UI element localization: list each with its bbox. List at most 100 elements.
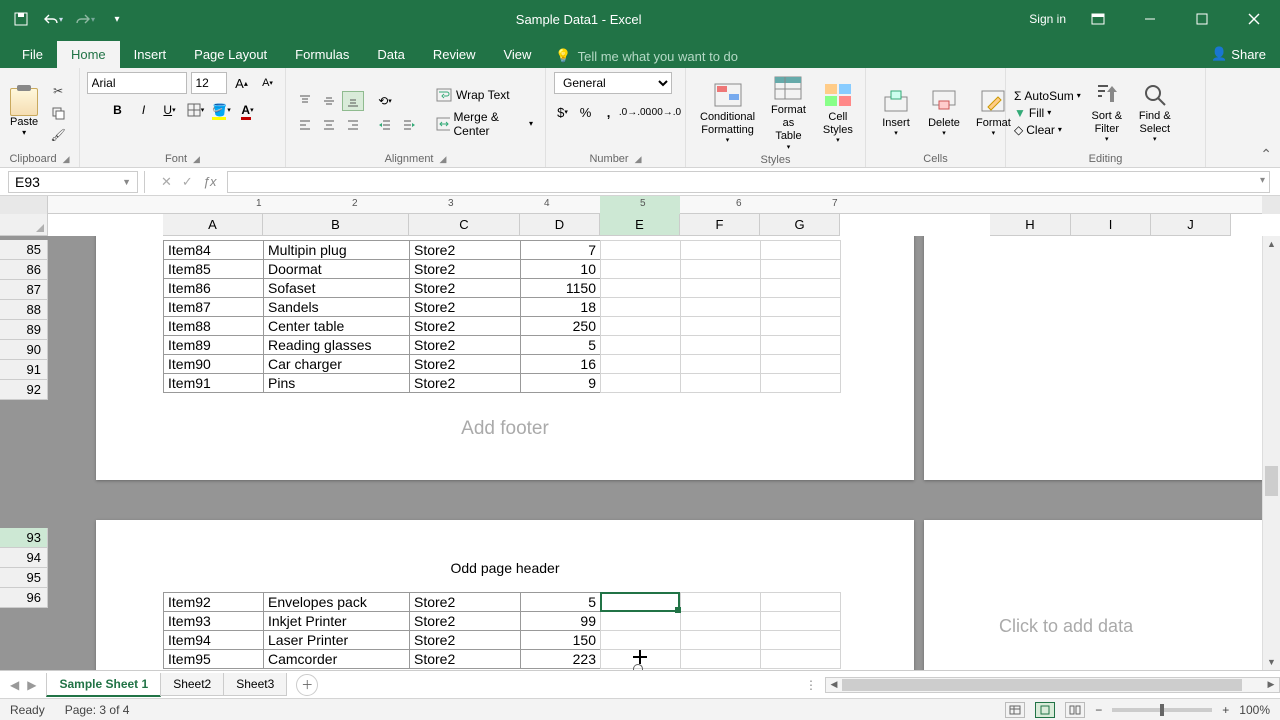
cell[interactable]: Store2 bbox=[410, 593, 521, 612]
empty-grid[interactable] bbox=[600, 592, 841, 669]
comma-icon[interactable]: , bbox=[600, 102, 617, 122]
cell[interactable]: Item91 bbox=[164, 374, 264, 393]
col-header[interactable]: F bbox=[680, 214, 760, 236]
align-bottom-icon[interactable] bbox=[342, 91, 364, 111]
cell[interactable]: Store2 bbox=[410, 298, 521, 317]
align-center-icon[interactable] bbox=[318, 115, 340, 135]
tab-file[interactable]: File bbox=[8, 41, 57, 68]
col-header[interactable]: H bbox=[990, 214, 1071, 236]
zoom-slider[interactable] bbox=[1112, 708, 1212, 712]
select-all-button[interactable] bbox=[0, 214, 48, 236]
cell[interactable]: Laser Printer bbox=[264, 631, 410, 650]
sort-filter-button[interactable]: Sort & Filter▾ bbox=[1085, 78, 1129, 147]
enter-formula-icon[interactable]: ✓ bbox=[182, 174, 193, 190]
data-table[interactable]: Item92Envelopes packStore25Item93Inkjet … bbox=[163, 592, 601, 669]
cell[interactable] bbox=[761, 279, 841, 298]
cell[interactable]: Center table bbox=[264, 317, 410, 336]
row-header[interactable]: 88 bbox=[0, 300, 48, 320]
col-header[interactable]: D bbox=[520, 214, 600, 236]
scroll-down-icon[interactable]: ▼ bbox=[1263, 654, 1280, 670]
alignment-launcher-icon[interactable]: ◢ bbox=[440, 154, 447, 165]
data-table[interactable]: Item84Multipin plugStore27Item85DoormatS… bbox=[163, 240, 601, 393]
formula-input[interactable]: ▾ bbox=[227, 171, 1270, 193]
number-format-select[interactable]: General bbox=[554, 72, 672, 94]
cell[interactable]: Store2 bbox=[410, 374, 521, 393]
save-icon[interactable] bbox=[10, 8, 32, 30]
underline-button[interactable]: U▾ bbox=[159, 100, 181, 120]
cell[interactable] bbox=[601, 631, 681, 650]
border-icon[interactable]: ▾ bbox=[185, 100, 207, 120]
tab-formulas[interactable]: Formulas bbox=[281, 41, 363, 68]
row-header[interactable]: 96 bbox=[0, 588, 48, 608]
paste-button[interactable]: Paste ▾ bbox=[8, 86, 40, 139]
horizontal-scrollbar[interactable]: ◀ ▶ bbox=[825, 677, 1280, 693]
cell[interactable]: Store2 bbox=[410, 612, 521, 631]
cell[interactable]: Store2 bbox=[410, 317, 521, 336]
tab-home[interactable]: Home bbox=[57, 41, 120, 68]
normal-view-icon[interactable] bbox=[1005, 702, 1025, 718]
cell[interactable]: 18 bbox=[521, 298, 601, 317]
cell[interactable] bbox=[601, 317, 681, 336]
cell[interactable]: Inkjet Printer bbox=[264, 612, 410, 631]
row-header[interactable]: 90 bbox=[0, 340, 48, 360]
cell[interactable]: 7 bbox=[521, 241, 601, 260]
cell[interactable]: Item85 bbox=[164, 260, 264, 279]
cell-styles-button[interactable]: Cell Styles▾ bbox=[816, 79, 860, 148]
col-header[interactable]: G bbox=[760, 214, 840, 236]
cell[interactable] bbox=[681, 317, 761, 336]
col-header[interactable]: B bbox=[263, 214, 409, 236]
zoom-in-icon[interactable]: + bbox=[1222, 703, 1229, 717]
undo-icon[interactable]: ▾ bbox=[42, 8, 64, 30]
insert-function-icon[interactable]: ƒx bbox=[203, 174, 217, 190]
cell[interactable] bbox=[761, 336, 841, 355]
tab-review[interactable]: Review bbox=[419, 41, 490, 68]
col-header[interactable]: A bbox=[163, 214, 263, 236]
ribbon-display-icon[interactable] bbox=[1078, 5, 1118, 33]
cell[interactable]: 9 bbox=[521, 374, 601, 393]
cell[interactable]: Item93 bbox=[164, 612, 264, 631]
accounting-icon[interactable]: $▾ bbox=[554, 102, 571, 122]
cell[interactable] bbox=[761, 374, 841, 393]
increase-indent-icon[interactable] bbox=[398, 115, 420, 135]
row-header[interactable]: 95 bbox=[0, 568, 48, 588]
cell[interactable] bbox=[761, 298, 841, 317]
format-as-table-button[interactable]: Format as Table▾ bbox=[765, 72, 812, 154]
cell[interactable]: Item95 bbox=[164, 650, 264, 669]
cell[interactable]: Envelopes pack bbox=[264, 593, 410, 612]
cell[interactable]: Item84 bbox=[164, 241, 264, 260]
align-middle-icon[interactable] bbox=[318, 91, 340, 111]
row-header[interactable]: 91 bbox=[0, 360, 48, 380]
decrease-indent-icon[interactable] bbox=[374, 115, 396, 135]
zoom-level[interactable]: 100% bbox=[1239, 703, 1270, 717]
col-header[interactable]: E bbox=[600, 214, 680, 236]
cell[interactable] bbox=[681, 374, 761, 393]
scroll-left-icon[interactable]: ◀ bbox=[826, 678, 842, 692]
cell[interactable] bbox=[681, 631, 761, 650]
scroll-right-icon[interactable]: ▶ bbox=[1263, 678, 1279, 692]
cell[interactable] bbox=[681, 298, 761, 317]
cell[interactable] bbox=[761, 241, 841, 260]
chevron-down-icon[interactable]: ▼ bbox=[122, 177, 131, 187]
click-to-add-data[interactable]: Click to add data bbox=[999, 616, 1133, 637]
cell[interactable]: Store2 bbox=[410, 336, 521, 355]
page-header[interactable]: Odd page header bbox=[96, 560, 914, 576]
cell[interactable]: Item90 bbox=[164, 355, 264, 374]
font-name-input[interactable] bbox=[87, 72, 187, 94]
tab-page-layout[interactable]: Page Layout bbox=[180, 41, 281, 68]
font-color-icon[interactable]: A▾ bbox=[237, 100, 259, 120]
footer-placeholder[interactable]: Add footer bbox=[96, 418, 914, 440]
cell[interactable] bbox=[601, 612, 681, 631]
cell[interactable]: Store2 bbox=[410, 631, 521, 650]
cell[interactable] bbox=[681, 336, 761, 355]
cell[interactable]: Multipin plug bbox=[264, 241, 410, 260]
col-header[interactable]: I bbox=[1071, 214, 1151, 236]
row-header[interactable]: 93 bbox=[0, 528, 48, 548]
italic-button[interactable]: I bbox=[133, 100, 155, 120]
signin-link[interactable]: Sign in bbox=[1029, 12, 1066, 26]
insert-cells-button[interactable]: Insert▾ bbox=[874, 85, 918, 141]
cell[interactable]: Item92 bbox=[164, 593, 264, 612]
col-header[interactable]: J bbox=[1151, 214, 1231, 236]
cell[interactable]: Doormat bbox=[264, 260, 410, 279]
align-right-icon[interactable] bbox=[342, 115, 364, 135]
cell[interactable]: 10 bbox=[521, 260, 601, 279]
